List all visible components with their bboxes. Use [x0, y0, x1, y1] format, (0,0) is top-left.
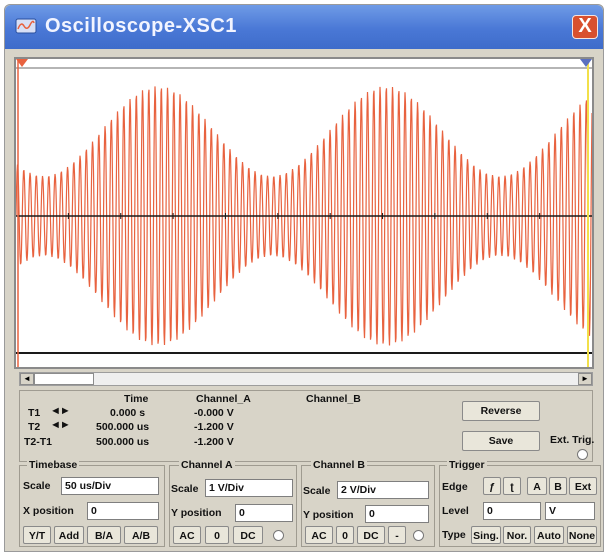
channel-a-radio[interactable]: [273, 530, 284, 541]
edge-falling-button[interactable]: ʈ: [503, 477, 521, 495]
t2-time: 500.000 us: [96, 421, 150, 433]
mode-ba-button[interactable]: B/A: [87, 526, 121, 544]
edge-rising-button[interactable]: ƒ: [483, 477, 501, 495]
type-auto-button[interactable]: Auto: [534, 526, 564, 544]
title-bar[interactable]: Oscilloscope-XSC1 X: [5, 5, 603, 49]
cursor-readout-panel: Time Channel_A Channel_B T1 ◄► 0.000 s -…: [19, 390, 595, 462]
trigger-source-b-button[interactable]: B: [549, 477, 567, 495]
channel-b-ypos-field[interactable]: 0: [365, 505, 429, 523]
header-channel-b: Channel_B: [306, 393, 361, 405]
t1-channel-a: -0.000 V: [194, 407, 234, 419]
trigger-level-label: Level: [442, 505, 469, 517]
ext-trig-radio[interactable]: [577, 449, 588, 460]
channel-b-radio[interactable]: [413, 530, 424, 541]
channel-a-title: Channel A: [179, 459, 235, 471]
timebase-title: Timebase: [27, 459, 80, 471]
scroll-left-icon[interactable]: ◄: [20, 373, 34, 385]
trigger-type-label: Type: [442, 529, 466, 541]
timebase-xpos-field[interactable]: 0: [87, 502, 159, 520]
ext-trig-label: Ext. Trig.: [550, 434, 595, 446]
trigger-source-ext-button[interactable]: Ext: [569, 477, 597, 495]
trigger-title: Trigger: [447, 459, 487, 471]
oscilloscope-screen[interactable]: [14, 57, 594, 369]
channel-a-ypos-field[interactable]: 0: [235, 504, 293, 522]
channel-b-zero-button[interactable]: 0: [336, 526, 354, 544]
trigger-level-unit[interactable]: V: [545, 502, 595, 520]
type-normal-button[interactable]: Nor.: [503, 526, 531, 544]
waveform-display: [16, 59, 592, 367]
channel-b-scale-label: Scale: [303, 485, 331, 497]
scroll-right-icon[interactable]: ►: [578, 373, 592, 385]
channel-b-title: Channel B: [311, 459, 367, 471]
t2-t1-channel-a: -1.200 V: [194, 436, 234, 448]
channel-b-ac-button[interactable]: AC: [305, 526, 333, 544]
row-label-t2: T2: [28, 421, 41, 433]
horizontal-scrollbar[interactable]: ◄ ►: [19, 372, 593, 386]
channel-b-ypos-label: Y position: [303, 509, 354, 521]
reverse-button[interactable]: Reverse: [462, 401, 540, 421]
mode-ab-button[interactable]: A/B: [124, 526, 158, 544]
trigger-edge-label: Edge: [442, 481, 468, 493]
row-label-t2-t1: T2-T1: [24, 436, 53, 448]
channel-b-dc-button[interactable]: DC: [357, 526, 385, 544]
channel-a-ypos-label: Y position: [171, 507, 222, 519]
mode-yt-button[interactable]: Y/T: [23, 526, 51, 544]
timebase-xpos-label: X position: [23, 505, 74, 517]
scroll-thumb[interactable]: [34, 373, 94, 385]
channel-b-scale-field[interactable]: 2 V/Div: [337, 481, 429, 499]
mode-add-button[interactable]: Add: [54, 526, 84, 544]
trigger-source-a-button[interactable]: A: [527, 477, 547, 495]
trigger-level-field[interactable]: 0: [483, 502, 541, 520]
channel-a-scale-field[interactable]: 1 V/Div: [205, 479, 293, 497]
channel-b-minus-button[interactable]: -: [388, 526, 406, 544]
oscilloscope-window: Oscilloscope-XSC1 X ◄ ► Time Channel_A C…: [4, 4, 604, 552]
type-single-button[interactable]: Sing.: [471, 526, 501, 544]
t2-channel-a: -1.200 V: [194, 421, 234, 433]
channel-a-zero-button[interactable]: 0: [205, 526, 229, 544]
channel-a-dc-button[interactable]: DC: [233, 526, 263, 544]
channel-a-scale-label: Scale: [171, 483, 199, 495]
save-button[interactable]: Save: [462, 431, 540, 451]
type-none-button[interactable]: None: [567, 526, 597, 544]
t2-arrows-icon[interactable]: ◄►: [50, 419, 71, 431]
channel-a-ac-button[interactable]: AC: [173, 526, 201, 544]
timebase-scale-label: Scale: [23, 480, 51, 492]
header-time: Time: [124, 393, 149, 405]
window-title: Oscilloscope-XSC1: [45, 15, 237, 37]
t1-arrows-icon[interactable]: ◄►: [50, 405, 71, 417]
t1-time: 0.000 s: [110, 407, 146, 419]
close-button[interactable]: X: [572, 15, 598, 39]
row-label-t1: T1: [28, 407, 41, 419]
header-channel-a: Channel_A: [196, 393, 251, 405]
oscilloscope-app-icon: [15, 18, 37, 34]
timebase-scale-field[interactable]: 50 us/Div: [61, 477, 159, 495]
t2-t1-time: 500.000 us: [96, 436, 150, 448]
